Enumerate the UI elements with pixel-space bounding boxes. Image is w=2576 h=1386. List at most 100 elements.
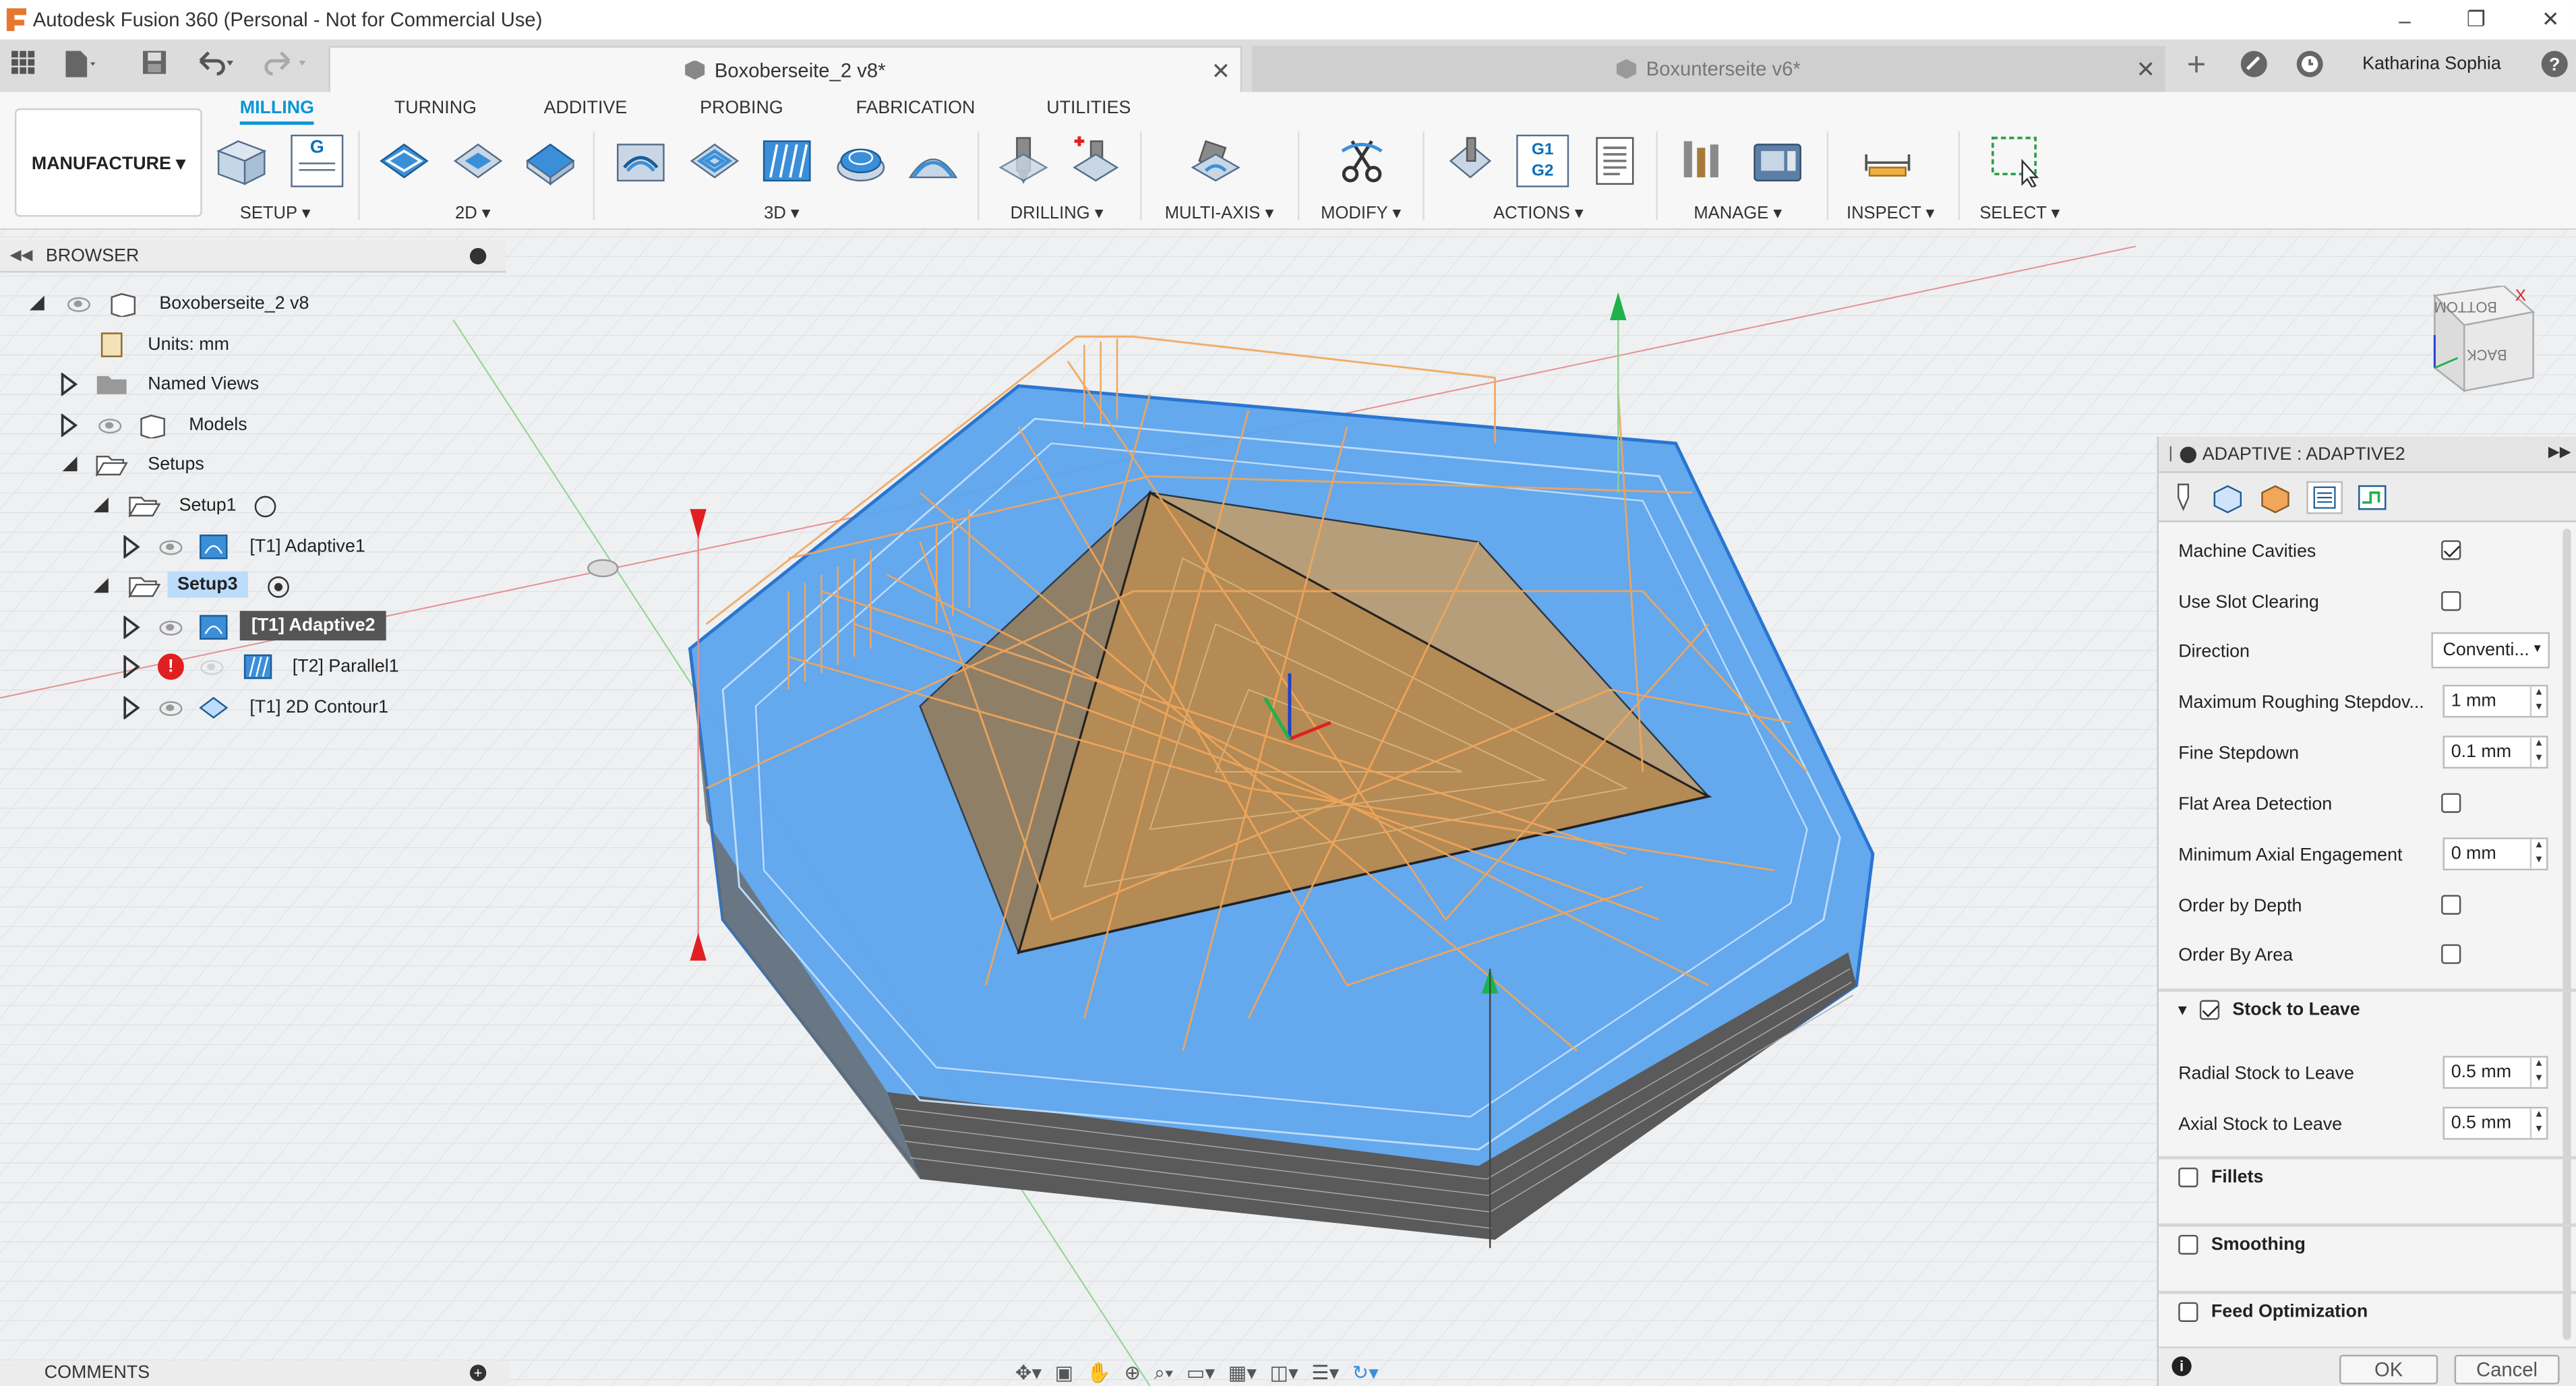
undo-icon[interactable]	[194, 49, 234, 82]
tab-utilities[interactable]: UTILITIES	[1046, 98, 1131, 118]
expand-icon[interactable]	[59, 372, 79, 396]
multi-axis-icon[interactable]	[1189, 135, 1242, 187]
drill-icon[interactable]	[997, 135, 1050, 187]
tab-boxoberseite[interactable]: Boxoberseite_2 v8* ✕	[328, 46, 1242, 92]
tab-additive[interactable]: ADDITIVE	[544, 98, 628, 118]
group-actions-label[interactable]: ACTIONS ▾	[1493, 204, 1584, 223]
post-process-g1g2-icon[interactable]: G1 G2	[1516, 134, 1569, 187]
panel-options-icon[interactable]	[2179, 446, 2196, 462]
fillets-checkbox[interactable]	[2178, 1167, 2198, 1188]
tab-fabrication[interactable]: FABRICATION	[856, 98, 976, 118]
tree-adaptive1[interactable]: [T1] Adaptive1	[0, 529, 506, 565]
visibility-icon[interactable]	[67, 297, 91, 312]
tab-passes-icon[interactable]	[2306, 481, 2343, 514]
expand-panel-icon[interactable]: ▶▶	[2548, 444, 2571, 462]
expand-icon[interactable]	[93, 578, 109, 593]
tab-boxunterseite[interactable]: Boxunterseite v6* ✕	[1251, 46, 2165, 92]
tree-named-views[interactable]: Named Views	[0, 366, 506, 402]
group-inspect-label[interactable]: INSPECT ▾	[1847, 204, 1934, 223]
help-icon[interactable]: ?	[2538, 49, 2571, 82]
smoothing-checkbox[interactable]	[2178, 1234, 2198, 1255]
group-manage-label[interactable]: MANAGE ▾	[1694, 204, 1782, 223]
error-icon[interactable]: !	[157, 653, 184, 680]
tree-setup1[interactable]: Setup1	[0, 487, 506, 524]
smoothing-section[interactable]: Smoothing	[2158, 1223, 2576, 1263]
comments-bar[interactable]: COMMENTS +	[0, 1361, 510, 1386]
tab-turning[interactable]: TURNING	[394, 98, 477, 118]
notifications-clock-icon[interactable]	[2294, 49, 2327, 82]
zoom-window-icon[interactable]: ⌕▾	[1154, 1360, 1174, 1385]
tree-2d-contour1[interactable]: [T1] 2D Contour1	[0, 690, 506, 726]
file-menu-icon[interactable]	[63, 49, 96, 82]
measure-icon[interactable]	[1861, 135, 1914, 187]
visibility-icon[interactable]	[159, 620, 183, 636]
maximize-button[interactable]: ❐	[2467, 7, 2486, 33]
flat-area-detection-checkbox[interactable]	[2441, 793, 2461, 813]
viewcube[interactable]: BOTTOM BACK X	[2425, 285, 2556, 401]
active-setup-radio[interactable]	[268, 576, 289, 598]
group-3d-label[interactable]: 3D ▾	[764, 204, 800, 223]
face-2d-icon[interactable]	[524, 135, 576, 187]
machine-cavities-checkbox[interactable]	[2441, 540, 2461, 560]
data-panel-grid-icon[interactable]	[7, 49, 40, 82]
visibility-icon[interactable]	[159, 701, 183, 717]
tree-adaptive2[interactable]: [T1] Adaptive2	[0, 609, 506, 646]
tree-root[interactable]: Boxoberseite_2 v8	[0, 286, 506, 322]
tree-models[interactable]: Models	[0, 407, 506, 444]
new-setup-icon[interactable]	[215, 135, 268, 187]
pocket-2d-icon[interactable]	[452, 135, 504, 187]
close-window-button[interactable]: ✕	[2542, 7, 2560, 33]
expand-icon[interactable]	[121, 615, 141, 639]
group-select-label[interactable]: SELECT ▾	[1979, 204, 2060, 223]
expand-icon[interactable]	[121, 696, 141, 719]
stock-to-leave-checkbox[interactable]	[2199, 1000, 2219, 1020]
use-slot-clearing-checkbox[interactable]	[2441, 591, 2461, 611]
expand-icon[interactable]	[121, 535, 141, 559]
expand-icon[interactable]	[121, 655, 141, 679]
expand-icon[interactable]	[93, 498, 109, 513]
minimize-button[interactable]: –	[2399, 7, 2411, 32]
order-by-area-checkbox[interactable]	[2441, 944, 2461, 964]
tab-probing[interactable]: PROBING	[700, 98, 783, 118]
refresh-view-icon[interactable]: ↻▾	[1352, 1361, 1379, 1384]
add-comment-icon[interactable]: +	[469, 1364, 487, 1381]
group-modify-label[interactable]: MODIFY ▾	[1321, 204, 1401, 223]
order-by-depth-checkbox[interactable]	[2441, 895, 2461, 915]
workspace-switcher[interactable]: MANUFACTURE ▾	[14, 108, 202, 217]
save-icon[interactable]	[138, 49, 171, 82]
viewports-icon[interactable]: ◫▾	[1270, 1361, 1298, 1384]
job-status-icon[interactable]	[2238, 49, 2271, 82]
visibility-hidden-icon[interactable]	[200, 660, 224, 675]
group-setup-label[interactable]: SETUP ▾	[240, 204, 311, 223]
pan-hand-icon[interactable]: ✋	[1087, 1361, 1111, 1384]
panel-scrollbar[interactable]	[2563, 529, 2571, 1340]
fine-stepdown-field[interactable]: 0.1 mm ▲ ▼	[2443, 735, 2548, 769]
visibility-icon[interactable]	[98, 419, 122, 434]
trim-scissors-icon[interactable]	[1336, 135, 1388, 187]
panel-grip-icon[interactable]: |	[2169, 445, 2173, 463]
grid-settings-icon[interactable]: ▦▾	[1228, 1361, 1257, 1384]
tree-setups[interactable]: Setups	[0, 447, 506, 483]
tree-units[interactable]: Units: mm	[0, 327, 506, 363]
look-at-icon[interactable]: ▣	[1055, 1361, 1074, 1384]
min-axial-engagement-field[interactable]: 0 mm ▲ ▼	[2443, 837, 2548, 871]
feed-optimization-checkbox[interactable]	[2178, 1302, 2198, 1322]
max-roughing-stepdown-field[interactable]: 1 mm ▲ ▼	[2443, 684, 2548, 718]
window-select-icon[interactable]	[1989, 135, 2042, 187]
tree-setup3[interactable]: Setup3	[0, 568, 506, 605]
tab-milling[interactable]: MILLING	[239, 98, 314, 125]
tree-parallel1[interactable]: ! [T2] Parallel1	[0, 649, 506, 685]
contour-3d-icon[interactable]	[835, 135, 887, 187]
zoom-icon[interactable]: ⊕	[1125, 1361, 1141, 1384]
tab-geometry-icon[interactable]	[2209, 481, 2246, 514]
browser-pin-icon[interactable]	[469, 247, 487, 265]
setup-sheet-icon[interactable]	[1588, 135, 1641, 187]
feed-optimization-section[interactable]: Feed Optimization	[2158, 1290, 2576, 1330]
expand-icon[interactable]	[62, 456, 78, 472]
fillets-section[interactable]: Fillets	[2158, 1155, 2576, 1195]
visibility-icon[interactable]	[159, 540, 183, 555]
tab-heights-icon[interactable]	[2257, 481, 2294, 514]
layout-icon[interactable]: ☰▾	[1311, 1361, 1339, 1384]
new-tab-plus-icon[interactable]: +	[2180, 49, 2213, 82]
display-settings-icon[interactable]: ▭▾	[1187, 1361, 1215, 1384]
